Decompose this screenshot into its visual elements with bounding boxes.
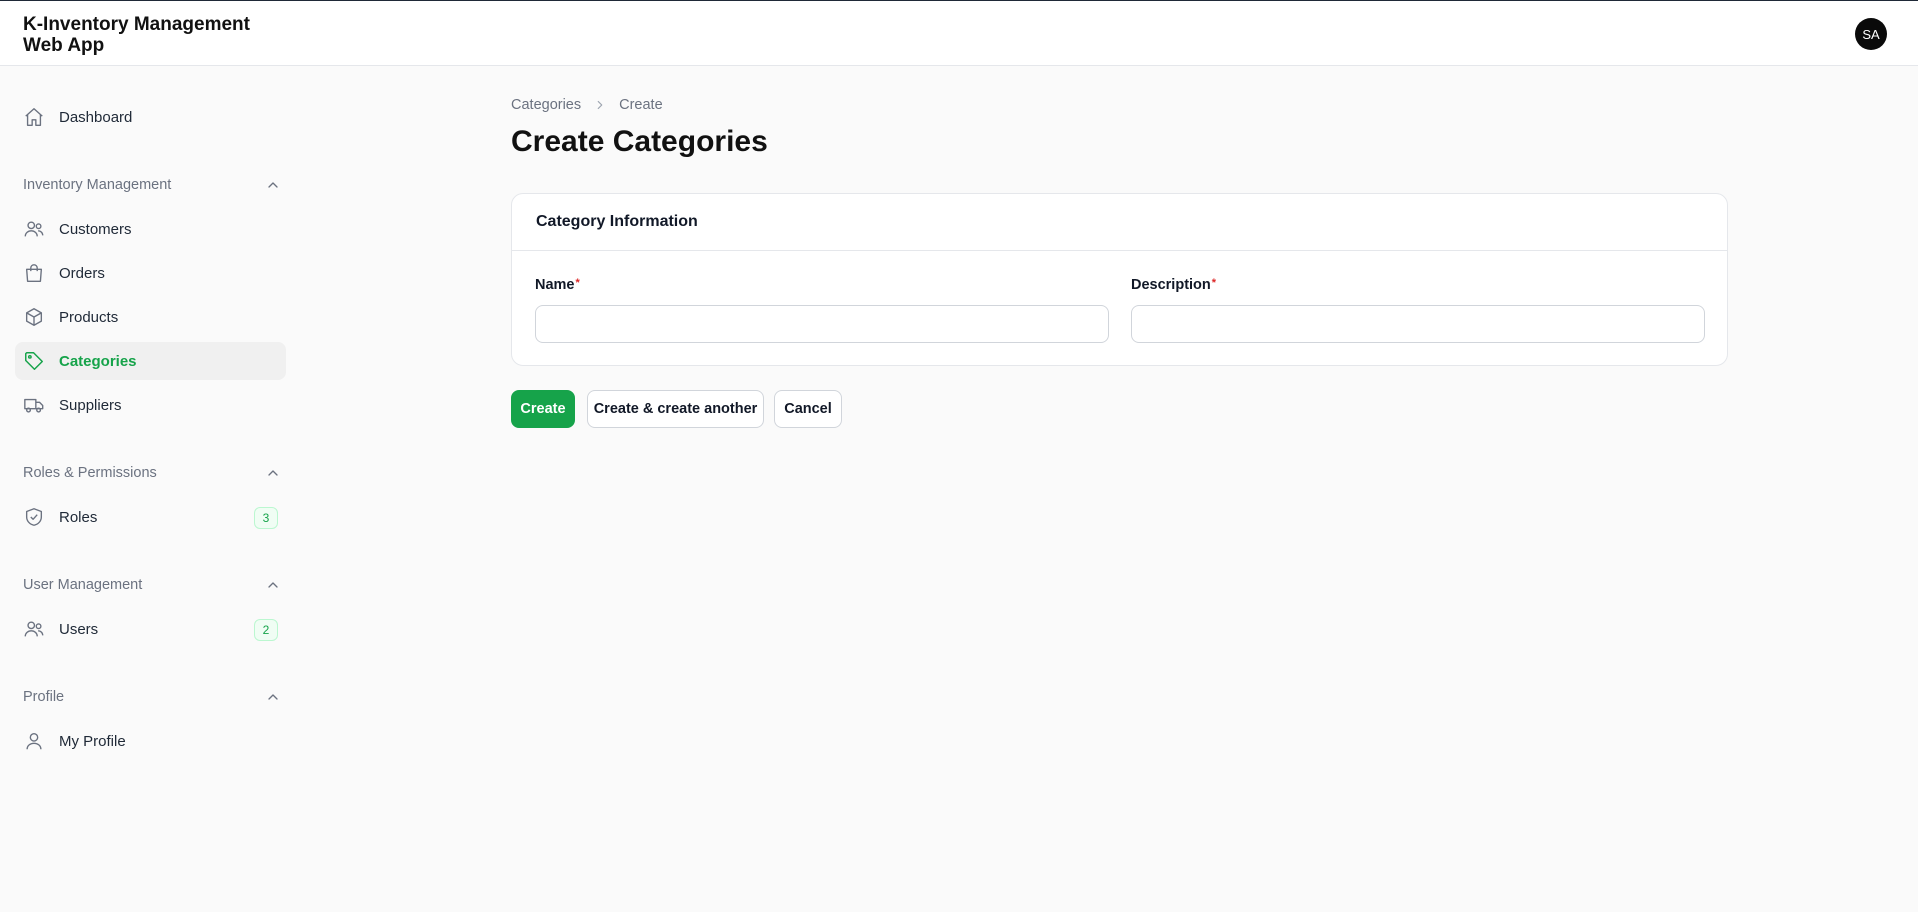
group-toggle-user-management[interactable]: User Management: [23, 574, 285, 596]
description-label-text: Description: [1131, 277, 1211, 293]
breadcrumb-current: Create: [619, 97, 663, 113]
sidebar-item-products[interactable]: Products: [15, 298, 286, 336]
user-icon: [23, 730, 45, 752]
group-toggle-profile[interactable]: Profile: [23, 686, 285, 708]
sidebar-item-label: Products: [59, 308, 119, 326]
sidebar-item-users[interactable]: Users 2: [15, 610, 286, 648]
shopping-bag-icon: [23, 262, 45, 284]
sidebar: Dashboard Inventory Management Customers…: [0, 66, 295, 912]
sidebar-item-label: My Profile: [59, 732, 126, 750]
user-avatar[interactable]: SA: [1855, 18, 1887, 50]
section-title: Category Information: [512, 194, 1727, 251]
page-title: Create Categories: [511, 125, 768, 158]
cancel-button[interactable]: Cancel: [774, 390, 842, 428]
count-badge: 3: [254, 507, 278, 529]
group-label: Roles & Permissions: [23, 465, 157, 481]
app-title[interactable]: K-Inventory Management Web App: [23, 14, 283, 56]
group-toggle-inventory-management[interactable]: Inventory Management: [23, 174, 285, 196]
sidebar-item-categories[interactable]: Categories: [15, 342, 286, 380]
sidebar-item-label: Customers: [59, 220, 132, 238]
tag-icon: [23, 350, 45, 372]
sidebar-item-customers[interactable]: Customers: [15, 210, 286, 248]
sidebar-item-label: Categories: [59, 352, 137, 370]
breadcrumb: Categories Create: [511, 97, 663, 113]
chevron-up-icon: [265, 177, 281, 193]
create-another-button[interactable]: Create & create another: [587, 390, 764, 428]
group-toggle-roles-permissions[interactable]: Roles & Permissions: [23, 462, 285, 484]
users-icon: [23, 618, 45, 640]
count-badge: 2: [254, 619, 278, 641]
sidebar-item-label: Users: [59, 620, 99, 638]
sidebar-item-label: Dashboard: [59, 108, 133, 126]
shield-check-icon: [23, 506, 45, 528]
chevron-up-icon: [265, 577, 281, 593]
description-input[interactable]: [1131, 305, 1705, 343]
name-label: Name*: [535, 277, 580, 293]
sidebar-item-roles[interactable]: Roles 3: [15, 498, 286, 536]
name-input[interactable]: [535, 305, 1109, 343]
group-label: User Management: [23, 577, 143, 593]
required-mark: *: [575, 277, 580, 289]
sidebar-item-label: Suppliers: [59, 396, 122, 414]
create-button[interactable]: Create: [511, 390, 575, 428]
name-label-text: Name: [535, 277, 575, 293]
sidebar-item-my-profile[interactable]: My Profile: [15, 722, 286, 760]
chevron-up-icon: [265, 465, 281, 481]
sidebar-item-suppliers[interactable]: Suppliers: [15, 386, 286, 424]
breadcrumb-link-categories[interactable]: Categories: [511, 97, 581, 113]
sidebar-item-label: Roles: [59, 508, 98, 526]
sidebar-item-orders[interactable]: Orders: [15, 254, 286, 292]
group-label: Profile: [23, 689, 65, 705]
sidebar-item-dashboard[interactable]: Dashboard: [15, 98, 286, 136]
chevron-right-icon: [593, 98, 607, 112]
category-information-section: Category Information Name* Description*: [511, 193, 1728, 366]
cube-icon: [23, 306, 45, 328]
sidebar-item-label: Orders: [59, 264, 105, 282]
users-icon: [23, 218, 45, 240]
description-label: Description*: [1131, 277, 1216, 293]
truck-icon: [23, 394, 45, 416]
group-label: Inventory Management: [23, 177, 172, 193]
home-icon: [23, 106, 45, 128]
top-bar: K-Inventory Management Web App SA: [0, 0, 1918, 66]
required-mark: *: [1211, 277, 1217, 289]
chevron-up-icon: [265, 689, 281, 705]
